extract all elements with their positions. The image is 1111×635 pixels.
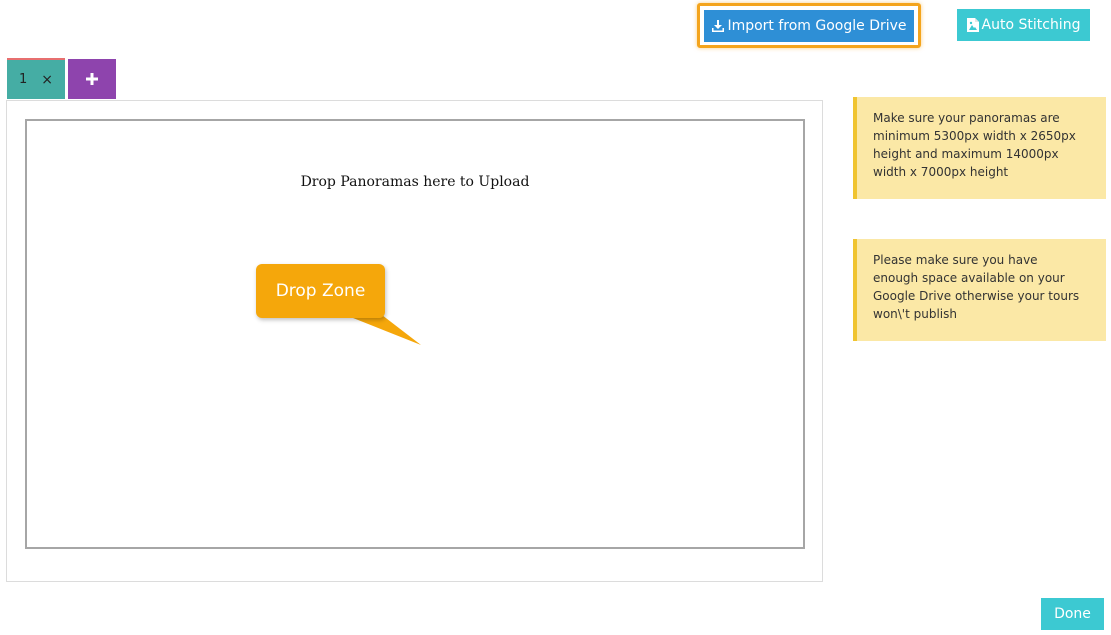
panorama-size-note: Make sure your panoramas are minimum 530… xyxy=(853,97,1106,199)
add-tab-button[interactable] xyxy=(68,59,116,99)
panorama-size-note-text: Make sure your panoramas are minimum 530… xyxy=(873,111,1076,179)
drop-zone-callout: Drop Zone xyxy=(256,264,385,318)
import-google-drive-button[interactable]: Import from Google Drive xyxy=(704,9,914,42)
tab-1[interactable]: 1 × xyxy=(7,58,65,99)
auto-stitching-button[interactable]: Auto Stitching xyxy=(957,9,1090,41)
app-page: Import from Google Drive Auto Stitching … xyxy=(0,0,1111,635)
import-highlight-frame: Import from Google Drive xyxy=(697,3,921,48)
plus-icon xyxy=(85,72,99,86)
auto-stitching-label: Auto Stitching xyxy=(981,17,1081,33)
drop-zone-text: Drop Panoramas here to Upload xyxy=(300,174,530,190)
tab-label: 1 xyxy=(18,72,28,87)
tab-close-icon[interactable]: × xyxy=(41,72,53,88)
done-button[interactable]: Done xyxy=(1041,598,1104,630)
import-button-label: Import from Google Drive xyxy=(727,17,907,34)
file-image-icon xyxy=(966,18,979,32)
drive-space-note-text: Please make sure you have enough space a… xyxy=(873,253,1080,321)
callout-text: Drop Zone xyxy=(275,281,366,301)
drop-zone[interactable]: Drop Panoramas here to Upload xyxy=(25,119,805,549)
drive-space-note: Please make sure you have enough space a… xyxy=(853,239,1106,341)
download-icon xyxy=(711,19,725,33)
